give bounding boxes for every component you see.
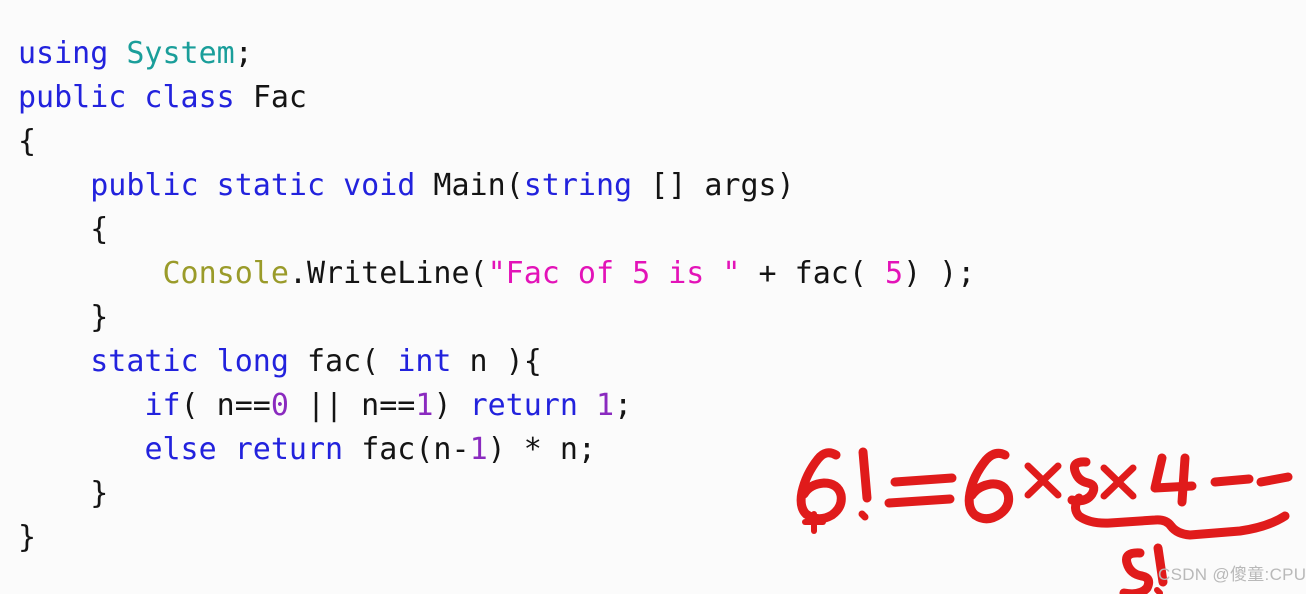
code-token: ) xyxy=(433,388,470,423)
code-token: 1 xyxy=(469,432,488,467)
code-token: Main( xyxy=(433,168,524,203)
code-token: || n== xyxy=(288,388,416,423)
code-token: fac( xyxy=(307,344,398,379)
code-token: .WriteLine( xyxy=(288,256,488,291)
code-line: } xyxy=(18,472,1288,516)
code-token: [] args) xyxy=(632,168,795,203)
code-line: } xyxy=(18,296,1288,340)
code-line: using System; xyxy=(18,32,1288,76)
code-screenshot: using System; public class Fac{ public st… xyxy=(0,0,1306,594)
code-token: + fac( xyxy=(740,256,885,291)
code-token: fac(n- xyxy=(361,432,470,467)
code-line: public static void Main(string [] args) xyxy=(18,164,1288,208)
code-token: "Fac of 5 is " xyxy=(487,256,741,291)
code-token: ; xyxy=(234,36,253,71)
code-token: public class xyxy=(18,80,253,115)
source-code-block: using System; public class Fac{ public st… xyxy=(18,32,1288,560)
code-token: } xyxy=(90,476,109,511)
code-token: 0 xyxy=(270,388,289,423)
code-token: static long xyxy=(90,344,307,379)
code-token: 1 xyxy=(415,388,434,423)
code-token: 1 xyxy=(596,388,615,423)
code-token: else return xyxy=(144,432,362,467)
code-token: if xyxy=(144,388,181,423)
code-line: else return fac(n-1) * n; xyxy=(18,428,1288,472)
code-token: ; xyxy=(614,388,633,423)
code-line: { xyxy=(18,120,1288,164)
code-line: } xyxy=(18,516,1288,560)
code-line: public class Fac xyxy=(18,76,1288,120)
code-token: Fac xyxy=(252,80,307,115)
code-token: { xyxy=(90,212,109,247)
code-token: } xyxy=(90,300,109,335)
code-line: { xyxy=(18,208,1288,252)
code-token: ) * n; xyxy=(487,432,596,467)
code-token: string xyxy=(523,168,633,203)
code-token: System xyxy=(126,36,235,71)
code-line: if( n==0 || n==1) return 1; xyxy=(18,384,1288,428)
code-token: { xyxy=(18,124,37,159)
code-token: n ){ xyxy=(451,344,542,379)
code-token: ( n== xyxy=(180,388,271,423)
code-token: Console xyxy=(162,256,289,291)
code-token: ) ); xyxy=(903,256,976,291)
code-token: public static void xyxy=(90,168,434,203)
code-token: } xyxy=(18,520,37,555)
code-token: 5 xyxy=(885,256,904,291)
csdn-watermark: CSDN @傻童:CPU xyxy=(1158,565,1306,584)
code-token: using xyxy=(18,36,109,71)
code-token: return xyxy=(469,388,578,423)
code-line: static long fac( int n ){ xyxy=(18,340,1288,384)
code-token: int xyxy=(397,344,452,379)
code-line: Console.WriteLine("Fac of 5 is " + fac( … xyxy=(18,252,1288,296)
